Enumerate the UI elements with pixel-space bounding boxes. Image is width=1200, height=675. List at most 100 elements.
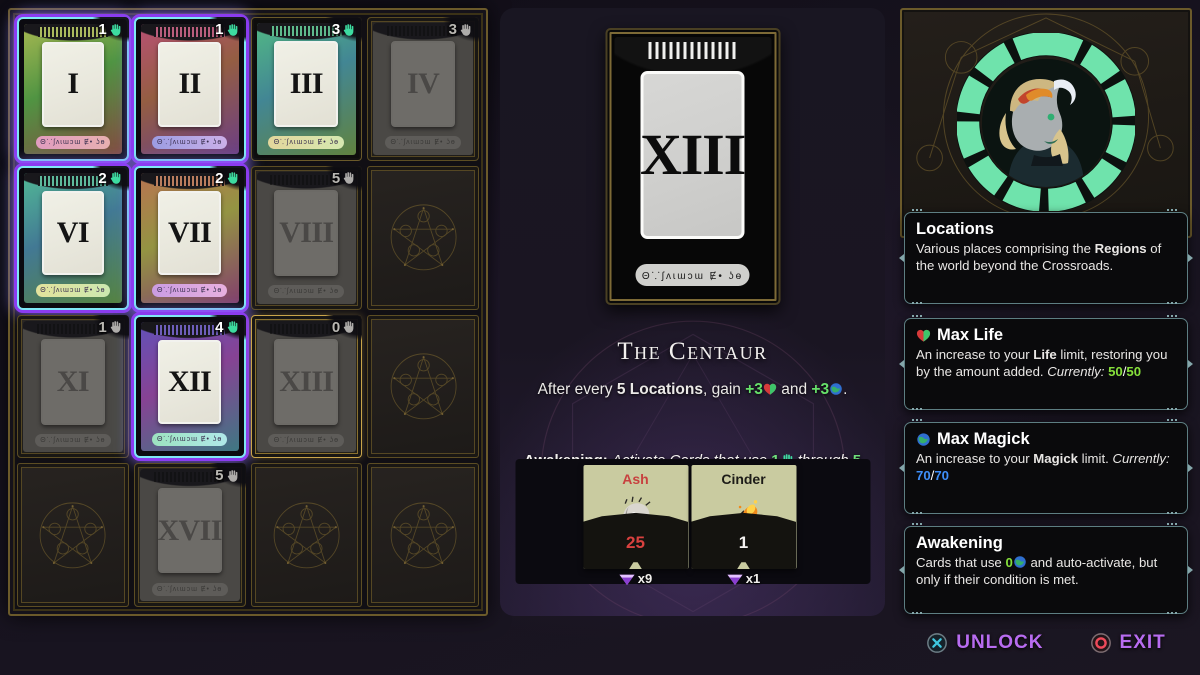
left-arrow-icon xyxy=(899,360,904,368)
magick-icon xyxy=(917,433,930,446)
arcana-slot-empty[interactable] xyxy=(367,463,479,607)
featured-card-art: XIII Θ⸪ʃʌɩɯɔɯ Ɇ• ʖɵ xyxy=(614,37,771,296)
card-cost-badge[interactable]: 1 xyxy=(210,20,241,39)
card-numeral: XI xyxy=(56,364,90,398)
card-art: IV Θ⸪ʃʌɩɯɔɯ Ɇ• ʖɵ xyxy=(373,23,473,155)
pentacle-icon xyxy=(39,502,106,569)
info-box-locations[interactable]: Locations Various places comprising the R… xyxy=(899,209,1193,307)
card-cost-value: 1 xyxy=(98,318,107,336)
card-numeral: XVII xyxy=(157,513,222,547)
info-box-title: Locations xyxy=(916,220,994,238)
resource-cost-tray: Ash 25 x9 Cinder 1 x1 xyxy=(515,459,870,586)
card-cost-badge[interactable]: 5 xyxy=(327,169,358,188)
card-cost-badge[interactable]: 5 xyxy=(210,466,241,485)
card-cost-badge[interactable]: 1 xyxy=(93,318,124,337)
resource-card-cinder: Cinder 1 xyxy=(691,465,796,569)
resource-cost-ash: x9 xyxy=(583,571,688,586)
card-cost-badge[interactable]: 1 xyxy=(93,20,124,39)
arcana-slot-empty[interactable] xyxy=(367,165,479,310)
resource-cost-value: x1 xyxy=(745,571,761,586)
avatar xyxy=(982,59,1110,187)
arcana-card-IV[interactable]: IV Θ⸪ʃʌɩɯɔɯ Ɇ• ʖɵ 3 xyxy=(367,17,479,161)
grasp-hand-icon xyxy=(227,23,237,36)
desc-gain-life: +3 xyxy=(745,381,763,398)
card-rune-bar: Θ⸪ʃʌɩɯɔɯ Ɇ• ʖɵ xyxy=(35,135,111,149)
card-cost-badge[interactable]: 0 xyxy=(327,318,358,337)
info-box-max-life[interactable]: Max Life An increase to your Life limit, … xyxy=(899,315,1193,410)
featured-card[interactable]: XIII Θ⸪ʃʌɩɯɔɯ Ɇ• ʖɵ xyxy=(605,28,780,305)
featured-card-rune-bar: Θ⸪ʃʌɩɯɔɯ Ɇ• ʖɵ xyxy=(635,263,750,286)
arcana-card-grid-panel: I Θ⸪ʃʌɩɯɔɯ Ɇ• ʖɵ 1 II Θ⸪ʃʌɩɯɔɯ Ɇ• ʖɵ 1 III Θ⸪ʃʌ… xyxy=(8,8,488,616)
info-box-title: Max Magick xyxy=(937,430,1030,448)
info-box-body: An increase to your Life limit, restorin… xyxy=(916,347,1176,381)
card-inner-panel: VI xyxy=(41,190,105,276)
arcana-card-I[interactable]: I Θ⸪ʃʌɩɯɔɯ Ɇ• ʖɵ 1 xyxy=(17,17,129,161)
corner-tick-icon xyxy=(1167,315,1180,320)
card-cost-badge[interactable]: 4 xyxy=(210,318,241,337)
arcana-screen: I Θ⸪ʃʌɩɯɔɯ Ɇ• ʖɵ 1 II Θ⸪ʃʌɩɯɔɯ Ɇ• ʖɵ 1 III Θ⸪ʃʌ… xyxy=(0,0,1200,675)
card-inner-panel: XVII xyxy=(157,487,222,574)
card-rune-bar: Θ⸪ʃʌɩɯɔɯ Ɇ• ʖɵ xyxy=(152,433,227,447)
info-box-awakening[interactable]: Awakening Cards that use 0 and auto-activ… xyxy=(899,523,1193,614)
arcana-card-II[interactable]: II Θ⸪ʃʌɩɯɔɯ Ɇ• ʖɵ 1 xyxy=(133,17,246,161)
desc-pre: After every xyxy=(537,381,617,398)
unlock-button[interactable]: UNLOCK xyxy=(926,632,1043,654)
card-cost-badge[interactable]: 2 xyxy=(210,169,241,188)
exit-button[interactable]: EXIT xyxy=(1090,632,1166,654)
corner-tick-icon xyxy=(912,302,925,307)
arcana-slot-empty[interactable] xyxy=(17,463,129,607)
card-numeral: I xyxy=(67,67,79,101)
resource-cost-value: x9 xyxy=(637,571,653,586)
x-button-icon xyxy=(927,633,948,653)
card-cost-value: 5 xyxy=(331,169,341,187)
card-art: XII Θ⸪ʃʌɩɯɔɯ Ɇ• ʖɵ xyxy=(140,321,239,452)
life-icon xyxy=(916,329,931,342)
card-cost-value: 3 xyxy=(448,21,457,38)
card-numeral: VIII xyxy=(279,216,334,250)
card-art: II Θ⸪ʃʌɩɯɔɯ Ɇ• ʖɵ xyxy=(140,24,239,154)
corner-tick-icon xyxy=(1167,419,1180,424)
action-label: UNLOCK xyxy=(956,632,1044,653)
info-box-max-magick[interactable]: Max Magick An increase to your Magick lim… xyxy=(899,419,1193,517)
magick-icon xyxy=(830,383,842,395)
info-text-part: 70 xyxy=(916,467,931,483)
info-box-title-row: Locations xyxy=(916,220,1176,239)
arcana-card-XIII[interactable]: XIII Θ⸪ʃʌɩɯɔɯ Ɇ• ʖɵ 0 xyxy=(250,314,363,459)
card-art: VII Θ⸪ʃʌɩɯɔɯ Ɇ• ʖɵ xyxy=(140,172,239,303)
arcana-card-VII[interactable]: VII Θ⸪ʃʌɩɯɔɯ Ɇ• ʖɵ 2 xyxy=(133,165,246,310)
card-art: I Θ⸪ʃʌɩɯɔɯ Ɇ• ʖɵ xyxy=(24,24,122,154)
pentacle-icon xyxy=(273,502,340,569)
arcana-card-XII[interactable]: XII Θ⸪ʃʌɩɯɔɯ Ɇ• ʖɵ 4 xyxy=(133,314,246,459)
info-text-part: limit. xyxy=(1078,451,1113,466)
card-rune-bar: Θ⸪ʃʌɩɯɔɯ Ɇ• ʖɵ xyxy=(151,582,228,596)
card-cost-badge[interactable]: 3 xyxy=(327,20,358,39)
arcana-card-XVII[interactable]: XVII Θ⸪ʃʌɩɯɔɯ Ɇ• ʖɵ 5 xyxy=(133,463,246,607)
info-box-title-row: Max Life xyxy=(916,326,1176,345)
arcana-card-VI[interactable]: VI Θ⸪ʃʌɩɯɔɯ Ɇ• ʖɵ 2 xyxy=(17,165,129,310)
card-rune-bar: Θ⸪ʃʌɩɯɔɯ Ɇ• ʖɵ xyxy=(385,136,462,150)
arcana-card-XI[interactable]: XI Θ⸪ʃʌɩɯɔɯ Ɇ• ʖɵ 1 xyxy=(17,314,129,459)
arcana-card-III[interactable]: III Θ⸪ʃʌɩɯɔɯ Ɇ• ʖɵ 3 xyxy=(250,17,363,161)
card-art: XVII Θ⸪ʃʌɩɯɔɯ Ɇ• ʖɵ xyxy=(139,469,240,601)
card-numeral: III xyxy=(289,67,324,101)
card-inner-panel: XIII xyxy=(274,338,339,425)
right-arrow-icon xyxy=(1188,254,1193,262)
card-cost-badge[interactable]: 2 xyxy=(93,169,124,188)
arcana-slot-empty[interactable] xyxy=(250,463,363,607)
card-inner-panel: IV xyxy=(391,41,456,128)
card-numeral: XII xyxy=(168,364,212,398)
card-art: XI Θ⸪ʃʌɩɯɔɯ Ɇ• ʖɵ xyxy=(23,320,123,453)
card-art: III Θ⸪ʃʌɩɯɔɯ Ɇ• ʖɵ xyxy=(256,23,357,155)
info-box-title-row: Max Magick xyxy=(916,430,1176,449)
desc-and: and xyxy=(776,381,812,398)
card-cost-badge[interactable]: 3 xyxy=(444,20,475,39)
corner-tick-icon xyxy=(912,512,925,517)
card-numeral: IV xyxy=(407,67,440,101)
grasp-hand-icon xyxy=(110,321,121,333)
arcana-slot-empty[interactable] xyxy=(367,314,479,459)
arcana-card-VIII[interactable]: VIII Θ⸪ʃʌɩɯɔɯ Ɇ• ʖɵ 5 xyxy=(250,165,363,310)
desc-bold: 5 Locations xyxy=(616,381,703,398)
featured-card-description: After every 5 Locations, gain +3 and +3. xyxy=(518,380,867,400)
grasp-hand-icon xyxy=(227,321,237,333)
card-cost-value: 2 xyxy=(215,169,224,187)
